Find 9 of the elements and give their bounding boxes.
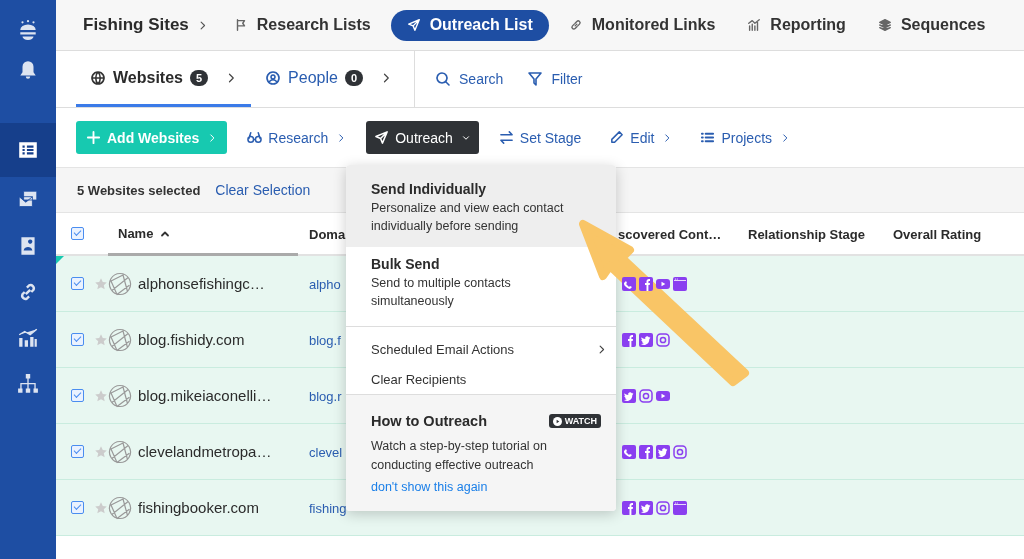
menu-item-description: Personalize and view each contact individually before sending <box>371 200 565 235</box>
menu-item-title: Send Individually <box>371 181 488 197</box>
selection-count: 5 Websites selected <box>77 182 201 198</box>
tip-title: How to Outreach <box>371 413 487 429</box>
count-badge: 0 <box>344 69 364 86</box>
menu-item-title: Bulk Send <box>371 256 441 272</box>
count-badge: 5 <box>189 69 209 86</box>
tip-text: Watch a step-by-step tutorial on conducting effective outreach <box>371 438 548 474</box>
menu-item-description: Send to multiple contacts simultaneously <box>371 275 512 310</box>
